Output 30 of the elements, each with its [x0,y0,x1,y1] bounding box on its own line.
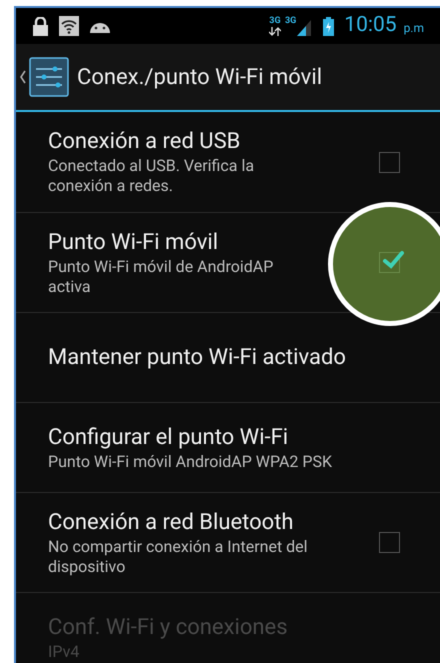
row-title: Configurar el punto Wi-Fi [48,424,290,452]
clock: 10:05 [344,12,397,40]
row-title: Punto Wi-Fi móvil [48,228,220,256]
settings-row[interactable]: Conexión a red Bluetooth No compartir conexión a Internet del dispositivo [16,492,440,592]
network-type: 3G [269,16,281,26]
clock-period: p.m [404,20,424,37]
checkmark-icon [382,250,404,270]
battery-charging-icon [323,16,334,36]
chevron-left-icon [20,70,26,84]
settings-row[interactable]: Mantener punto Wi-Fi activado [16,312,440,402]
settings-row[interactable]: Configurar el punto Wi-Fi Punto Wi-Fi móvil AndroidAP WPA2 PSK [16,402,440,492]
row-title: Mantener punto Wi-Fi activado [48,344,347,372]
network-type: 3G [284,16,296,26]
wifi-icon [59,16,79,36]
row-summary: No compartir conexión a Internet del dispositivo [48,536,309,576]
row-summary: Punto Wi-Fi móvil de AndroidAP activa [48,256,274,296]
row-summary: Conectado al USB. Verifica la conexión a redes. [48,156,256,196]
settings-row[interactable]: Conexión a red USB Conectado al USB. Verifica la conexión a redes. [16,112,440,212]
row-title: Conexión a red Bluetooth [48,508,295,536]
checkbox[interactable] [379,532,400,553]
row-summary: IPv4 [48,642,80,662]
signal-icon [297,20,312,36]
row-summary: Punto Wi-Fi móvil AndroidAP WPA2 PSK [48,452,334,472]
checkbox[interactable] [379,152,400,172]
row-title: Conexión a red USB [48,128,242,156]
row-title: Conf. Wi-Fi y conexiones [48,614,289,642]
lock-icon [32,16,49,36]
data-arrows-icon [268,26,281,36]
settings-sliders-icon [29,57,69,97]
screen-title: Conex./punto Wi-Fi móvil [77,64,322,92]
